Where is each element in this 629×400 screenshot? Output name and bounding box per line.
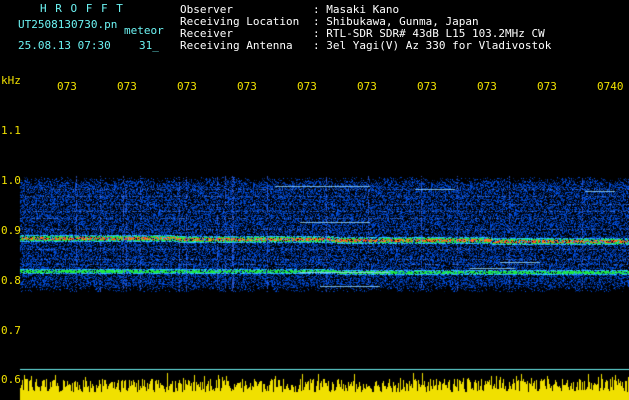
info-value-antenna: : 3el Yagi(V) Az 330 for Vladivostok [313, 39, 552, 52]
y-tick-label: 0.7 [1, 324, 21, 337]
time-tick-label: 073 [357, 80, 377, 93]
info-key-antenna: Receiving Antenna [180, 39, 293, 52]
frequency-unit-label: kHz [1, 74, 21, 87]
y-tick-label: 0.9 [1, 224, 21, 237]
station-name: H R O F F T [40, 2, 124, 15]
time-tick-label: 073 [117, 80, 137, 93]
time-tick-label: 0740 [597, 80, 624, 93]
observation-type: meteor [124, 24, 164, 37]
y-tick-label: 1.1 [1, 124, 21, 137]
file-name: UT2508130730.pn [18, 18, 118, 31]
time-tick-label: 073 [477, 80, 497, 93]
time-tick-label: 073 [177, 80, 197, 93]
time-tick-label: 073 [297, 80, 317, 93]
y-tick-label: 0.8 [1, 274, 21, 287]
y-tick-label: 1.0 [1, 174, 21, 187]
spectrogram-canvas [0, 0, 629, 400]
time-tick-label: 073 [537, 80, 557, 93]
time-tick-label: 073 [57, 80, 77, 93]
meteor-count: 31_ [139, 39, 159, 52]
time-tick-label: 073 [417, 80, 437, 93]
y-tick-label: 0.6 [1, 373, 21, 386]
observation-datetime: 25.08.13 07:30 [18, 39, 111, 52]
time-tick-label: 073 [237, 80, 257, 93]
